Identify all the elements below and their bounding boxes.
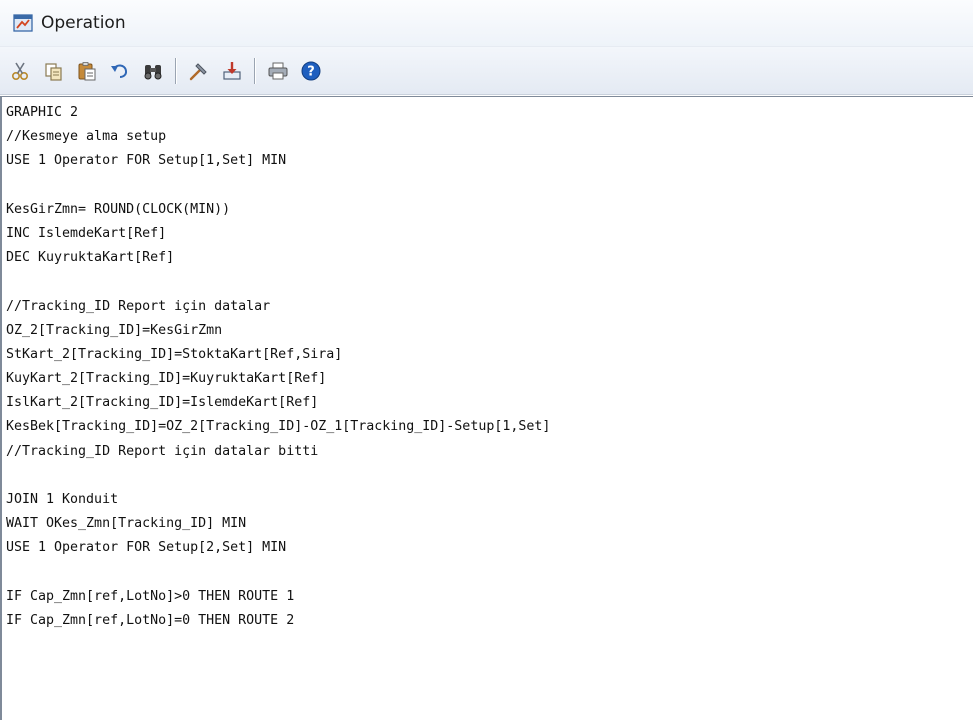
code-line: USE 1 Operator FOR Setup[1,Set] MIN bbox=[6, 153, 287, 169]
code-line: USE 1 Operator FOR Setup[2,Set] MIN bbox=[6, 540, 287, 556]
code-line: DEC KuyruktaKart[Ref] bbox=[6, 250, 175, 266]
code-line: GRAPHIC 2 bbox=[6, 105, 79, 120]
find-button[interactable] bbox=[138, 56, 167, 86]
code-line: WAIT OKes_Zmn[Tracking_ID] MIN bbox=[6, 516, 247, 532]
code-text: GRAPHIC 2 //Kesmeye alma setup USE 1 Opera… bbox=[6, 101, 550, 633]
code-line: IF Cap_Zmn[ref,LotNo]=0 THEN ROUTE 2 bbox=[6, 612, 295, 628]
binoculars-icon bbox=[144, 64, 161, 79]
operation-window-icon bbox=[13, 13, 33, 33]
code-editor[interactable]: GRAPHIC 2 //Kesmeye alma setup USE 1 Opera… bbox=[0, 96, 973, 720]
code-line: StKart_2[Tracking_ID]=StoktaKart[Ref,Sir… bbox=[6, 346, 343, 362]
hammer-icon bbox=[189, 62, 207, 80]
printer-icon bbox=[268, 62, 287, 79]
copy-icon bbox=[44, 62, 62, 81]
code-line: //Tracking_ID Report için datalar bbox=[6, 298, 271, 314]
toolbar-separator bbox=[175, 57, 176, 84]
copy-button[interactable] bbox=[39, 56, 68, 86]
insert-button[interactable] bbox=[217, 56, 246, 86]
code-line: KesBek[Tracking_ID]=OZ_2[Tracking_ID]-OZ… bbox=[6, 419, 551, 435]
code-line: KesGirZmn= ROUND(CLOCK(MIN)) bbox=[6, 201, 231, 217]
paste-button[interactable] bbox=[72, 56, 101, 86]
title-bar[interactable]: Operation bbox=[0, 0, 973, 47]
code-line: OZ_2[Tracking_ID]=KesGirZmn bbox=[6, 322, 223, 338]
clipboard-icon bbox=[78, 61, 95, 80]
help-button[interactable]: ? bbox=[296, 56, 325, 86]
svg-text:?: ? bbox=[307, 64, 315, 79]
undo-icon bbox=[110, 64, 127, 78]
build-button[interactable] bbox=[184, 56, 213, 86]
code-line: KuyKart_2[Tracking_ID]=KuyruktaKart[Ref] bbox=[6, 371, 327, 387]
help-icon: ? bbox=[301, 61, 320, 80]
scissors-icon bbox=[11, 62, 28, 80]
download-icon bbox=[222, 61, 241, 80]
operation-window: Operation ? GRAPHIC 2 //Kesmeye alma set… bbox=[0, 0, 973, 720]
toolbar-separator bbox=[254, 57, 255, 84]
code-line: JOIN 1 Konduit bbox=[6, 492, 119, 507]
code-line: //Kesmeye alma setup bbox=[6, 129, 167, 145]
window-title: Operation bbox=[41, 13, 126, 33]
undo-button[interactable] bbox=[105, 56, 134, 86]
code-line: INC IslemdeKart[Ref] bbox=[6, 225, 167, 241]
print-button[interactable] bbox=[263, 56, 292, 86]
code-line: IslKart_2[Tracking_ID]=IslemdeKart[Ref] bbox=[6, 395, 319, 411]
code-line: //Tracking_ID Report için datalar bitti bbox=[6, 443, 319, 459]
code-line: IF Cap_Zmn[ref,LotNo]>0 THEN ROUTE 1 bbox=[6, 588, 295, 604]
toolbar: ? bbox=[0, 47, 973, 95]
cut-button[interactable] bbox=[6, 56, 35, 86]
